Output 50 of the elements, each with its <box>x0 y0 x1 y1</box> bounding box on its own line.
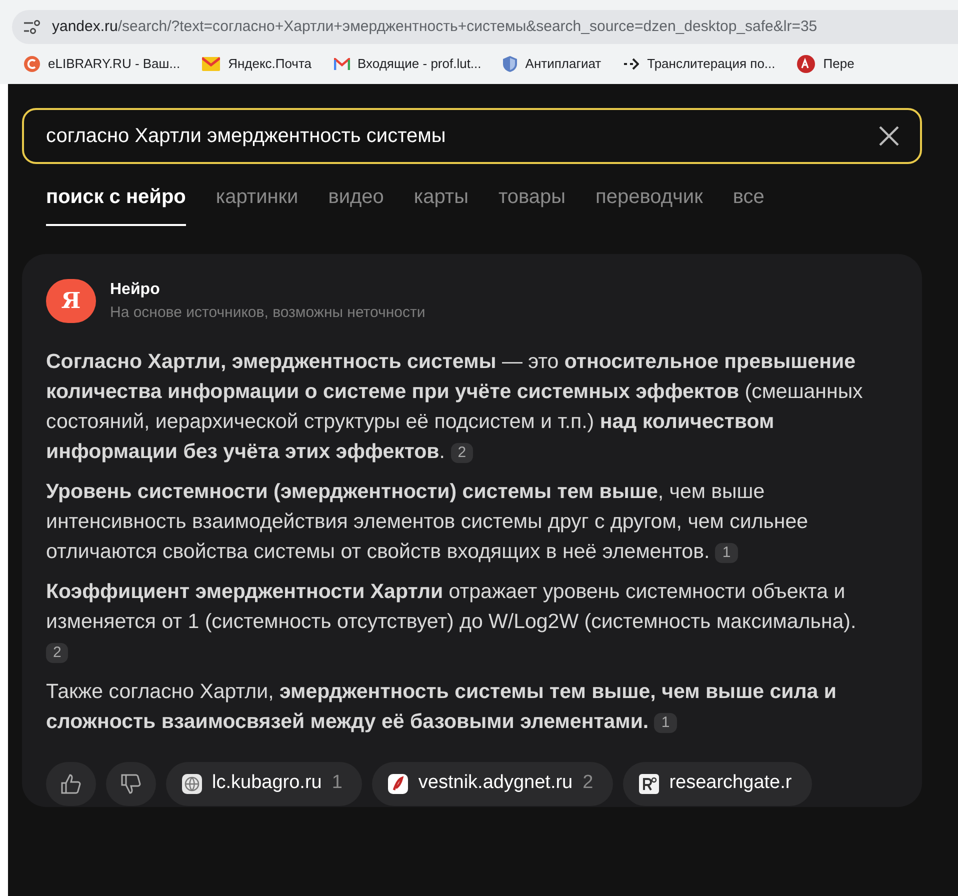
source-count: 1 <box>332 771 342 796</box>
footnote-link[interactable]: 2 <box>450 442 474 462</box>
translate-icon <box>797 55 816 73</box>
dislike-button[interactable] <box>106 762 156 806</box>
answer-subtitle: На основе источников, возможны неточности <box>110 303 426 323</box>
thumbs-up-icon <box>59 772 83 796</box>
globe-icon <box>182 774 202 794</box>
search-tab[interactable]: карты <box>414 182 468 226</box>
source-count: 2 <box>582 771 594 796</box>
swirl-icon <box>24 56 40 72</box>
answer-paragraph: Уровень системности (эмерджентности) системы тем выше, чем выше интенсивность взаимодействия элементов системы друг с другом, чем сильнее отличаются свойства системы от свойств входящих в неё элементов. 1 <box>46 478 810 564</box>
source-name: vestnik.adygnet.ru <box>418 771 573 796</box>
bookmark[interactable]: Пере <box>797 54 854 74</box>
address-url: yandex.ru/search/?text=согласно+Хартли+эмерджентность+системы&search_source=dzen_desktop_safe&lr=35 <box>52 16 818 37</box>
search-tab[interactable]: все <box>732 182 764 226</box>
footnote-link[interactable]: 1 <box>715 542 738 562</box>
close-icon[interactable] <box>878 125 900 147</box>
footnote-link[interactable]: 1 <box>654 712 677 732</box>
square-logo-icon <box>639 774 660 794</box>
bookmark[interactable]: eLIBRARY.RU - Ваш... <box>24 54 180 74</box>
source-name: researchgate.r <box>669 771 792 796</box>
bookmark[interactable]: Антиплагиат <box>503 54 602 74</box>
answer-paragraph: Также согласно Хартли, эмерджентность системы тем выше, чем выше сила и сложность взаимосвязей между её базовыми элементами. 1 <box>46 678 838 734</box>
site-settings-icon[interactable] <box>22 19 42 35</box>
search-tab[interactable]: переводчик <box>596 182 703 226</box>
logo-icon: Я <box>46 279 96 324</box>
feather-icon <box>388 774 408 794</box>
source-name: lc.kubagro.ru <box>212 771 322 796</box>
answer-paragraph: Согласно Хартли, эмерджентность системы — это относительное превышение количества информации о системе при учёте системных эффектов (смешанных состояний, иерархической структуры её подсистем и т.п.) над количеством информации без учёта этих эффектов. 2 <box>46 348 864 464</box>
envelope-icon <box>334 58 350 70</box>
address-bar[interactable]: yandex.ru/search/?text=согласно+Хартли+эмерджентность+системы&search_source=dzen_desktop_safe&lr=35 <box>12 10 958 44</box>
answer-paragraph: Коэффициент эмерджентности Хартли отражает уровень системности объекта и изменяется от 1 (системность отсутствует) до W/Log2W (системность максимальна). 2 <box>46 578 858 664</box>
bookmark[interactable]: Входящие - prof.lut... <box>334 54 482 74</box>
arrow-icon <box>623 58 640 70</box>
like-button[interactable] <box>46 762 96 806</box>
source-chip[interactable]: lc.kubagro.ru 1 <box>166 762 362 806</box>
shield-icon <box>503 56 518 72</box>
search-tab[interactable]: картинки <box>216 182 298 226</box>
source-chip[interactable]: researchgate.r <box>623 762 812 806</box>
search-tab[interactable]: видео <box>328 182 384 226</box>
bookmark[interactable]: Яндекс.Почта <box>202 54 312 74</box>
thumbs-down-icon <box>119 772 143 796</box>
answer-title: Нейро <box>110 280 161 300</box>
source-chip[interactable]: vestnik.adygnet.ru 2 <box>372 762 614 806</box>
footnote-link[interactable]: 2 <box>46 642 68 662</box>
envelope-icon <box>202 57 220 71</box>
search-field[interactable]: согласно Хартли эмерджентность системы <box>22 108 922 164</box>
bookmark[interactable]: Транслитерация по... <box>623 54 776 74</box>
search-tab[interactable]: поиск с нейро <box>46 182 186 226</box>
search-tab[interactable]: товары <box>498 182 566 226</box>
